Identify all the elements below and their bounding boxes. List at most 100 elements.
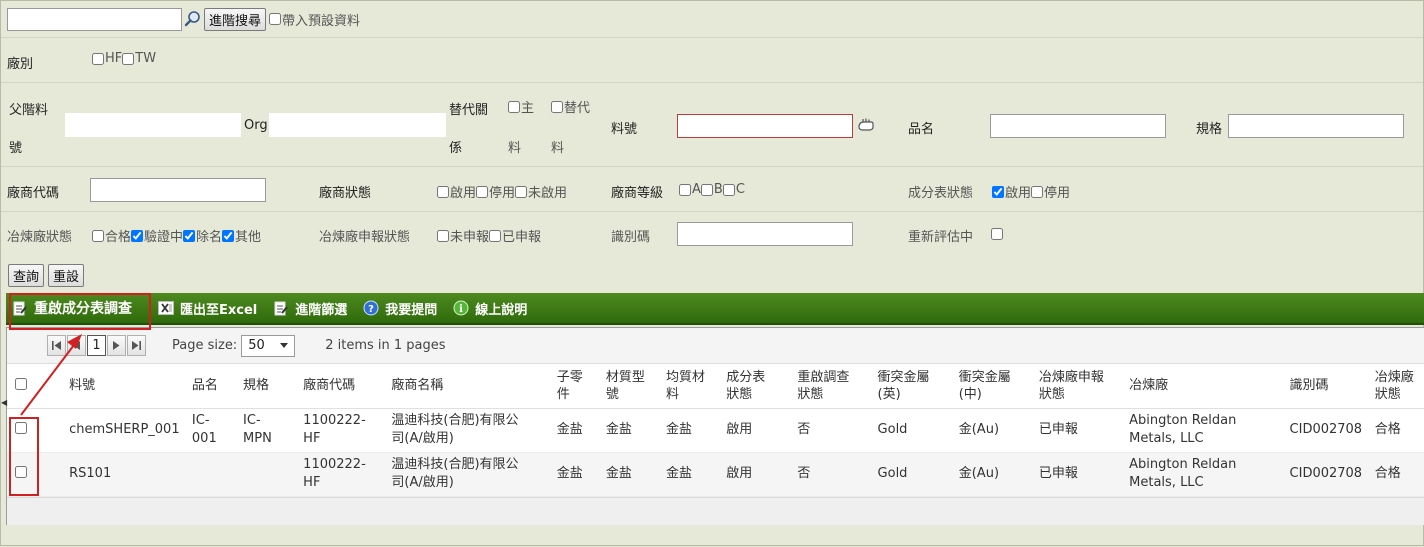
excel-icon	[158, 300, 174, 316]
search-icon[interactable]	[182, 8, 204, 30]
header-sub-part-line2: 件	[556, 386, 570, 402]
factory-tw-checkbox[interactable]	[122, 52, 135, 65]
vendor-row: 廠商代碼 廠商狀態 啟用 停用 未啟用 廠商等級 A B C 成分表狀態 啟用 …	[1, 166, 1423, 211]
header-conflict-en-line1: 衝突金屬	[877, 369, 930, 385]
composition-status-disabled-checkbox[interactable]	[1031, 185, 1044, 198]
part-no-input[interactable]	[677, 114, 853, 138]
cell-sub-part: 金盐	[550, 408, 600, 453]
include-default-checkbox[interactable]	[269, 13, 282, 25]
cell-vendor-code-line2: HF	[303, 431, 321, 446]
vendor-level-c-label: C	[735, 182, 745, 197]
query-button[interactable]: 查詢	[8, 264, 45, 287]
vendor-status-inactive-checkbox[interactable]	[515, 185, 528, 198]
vendor-status-options: 啟用 停用 未啟用	[437, 182, 567, 201]
smelter-status-other-checkbox[interactable]	[222, 229, 235, 242]
first-page-button[interactable]	[47, 335, 66, 356]
export-excel-button[interactable]: 匯出至Excel	[158, 294, 257, 322]
select-all-checkbox[interactable]	[15, 378, 27, 391]
header-ident-code[interactable]: 識別碼	[1283, 364, 1369, 409]
header-smelter-status-line1: 冶煉廠	[1374, 369, 1414, 385]
include-default-option[interactable]: 帶入預設資料	[269, 10, 360, 29]
cell-smelter-line2: Metals, LLC	[1129, 475, 1204, 490]
composition-status-options: 啟用 停用	[992, 182, 1070, 201]
smelter-status-delisted-checkbox[interactable]	[183, 229, 196, 242]
last-page-button[interactable]	[127, 335, 146, 356]
cell-conflict-en: Gold	[871, 452, 953, 497]
header-restart-status[interactable]: 重啟調查 狀態	[791, 364, 872, 409]
header-comp-status[interactable]: 成分表 狀態	[720, 364, 792, 409]
replace-rel-label-line2: 係	[449, 141, 463, 156]
header-smelter[interactable]: 冶煉廠	[1123, 364, 1284, 409]
smelter-status-verifying-label: 驗證中	[144, 230, 184, 245]
header-item-name[interactable]: 品名	[185, 364, 238, 409]
hand-pick-icon[interactable]	[857, 117, 875, 137]
header-material-type[interactable]: 材質型號	[599, 364, 661, 409]
composition-status-enabled-checkbox[interactable]	[992, 185, 1004, 198]
prev-page-button[interactable]	[67, 335, 86, 356]
header-vendor-name[interactable]: 廠商名稱	[385, 364, 551, 409]
smelter-status-other-label: 其他	[235, 230, 262, 245]
vendor-level-b-checkbox[interactable]	[700, 183, 713, 196]
org-input[interactable]	[269, 113, 446, 137]
replace-main-checkbox[interactable]	[508, 100, 520, 113]
header-smelter-status[interactable]: 冶煉廠 狀態	[1368, 364, 1424, 409]
header-smelter-declare[interactable]: 冶煉廠申報 狀態	[1032, 364, 1124, 409]
reset-button[interactable]: 重設	[48, 264, 85, 287]
cell-vendor-code-line1: 1100222-	[303, 413, 366, 428]
info-icon: i	[453, 300, 469, 316]
svg-text:i: i	[459, 304, 463, 315]
current-page-number[interactable]: 1	[87, 335, 106, 356]
vendor-code-input[interactable]	[90, 178, 266, 202]
page-size-select[interactable]: 50	[241, 334, 296, 357]
spec-label: 規格	[1196, 122, 1223, 137]
vendor-status-enabled-checkbox[interactable]	[437, 185, 449, 198]
cell-smelter-line1: Abington Reldan	[1129, 457, 1237, 472]
page: 進階搜尋 帶入預設資料 廠別 HF TW 父階料 號 Org 替代關 係 主 料	[0, 0, 1424, 546]
table-row[interactable]: RS101 1100222- HF 温迪科技(合肥)有限公 司(A/啟用) 金盐 金…	[7, 452, 1424, 497]
header-smelter-declare-line1: 冶煉廠申報	[1038, 369, 1104, 385]
table-row[interactable]: chemSHERP_001 IC- 001 IC- MPN 1100222- HF 温…	[7, 408, 1424, 453]
online-help-button[interactable]: i 線上說明	[453, 294, 527, 322]
re-evaluate-checkbox[interactable]	[991, 228, 1003, 240]
header-homogeneous[interactable]: 均質材料	[660, 364, 721, 409]
advanced-filter-label: 進階篩選	[295, 302, 348, 318]
advanced-search-button[interactable]: 進階搜尋	[204, 7, 267, 31]
next-page-button[interactable]	[107, 335, 126, 356]
factory-hf-label: HF	[105, 51, 123, 66]
vendor-level-a-checkbox[interactable]	[679, 183, 691, 196]
splitter-handle[interactable]: ◀	[1, 398, 7, 408]
header-conflict-cn[interactable]: 衝突金屬 (中)	[952, 364, 1033, 409]
smelter-status-label: 冶煉廠狀態	[7, 230, 73, 245]
parent-part-input[interactable]	[65, 113, 241, 137]
cell-homogeneous: 金盐	[660, 408, 721, 453]
cell-vendor-code: 1100222- HF	[297, 408, 386, 453]
item-name-input[interactable]	[990, 114, 1166, 138]
header-spec[interactable]: 規格	[237, 364, 298, 409]
vendor-status-disabled-checkbox[interactable]	[476, 185, 489, 198]
replace-rel-label-line1: 替代關	[449, 103, 489, 118]
smelter-declare-yes-checkbox[interactable]	[489, 229, 502, 242]
smelter-status-verifying-checkbox[interactable]	[131, 229, 144, 242]
ident-code-input[interactable]	[677, 222, 853, 246]
replace-main-option: 主	[508, 97, 534, 116]
item-name-label: 品名	[908, 122, 935, 137]
spec-input[interactable]	[1228, 114, 1404, 138]
header-sub-part[interactable]: 子零件	[550, 364, 600, 409]
header-part-no[interactable]: 料號	[63, 364, 186, 409]
highlight-restart-survey	[9, 293, 151, 330]
cell-comp-status: 啟用	[720, 452, 792, 497]
ask-question-button[interactable]: ? 我要提問	[363, 294, 437, 322]
results-grid: 1 Page size: 50 2 items in 1 pages 料號 品名…	[6, 327, 1424, 525]
factory-hf-checkbox[interactable]	[92, 52, 104, 65]
advanced-filter-button[interactable]: 進階篩選	[273, 294, 347, 322]
header-conflict-en[interactable]: 衝突金屬 (英)	[871, 364, 953, 409]
export-excel-label: 匯出至Excel	[180, 302, 258, 318]
header-vendor-code[interactable]: 廠商代碼	[297, 364, 386, 409]
vendor-level-c-checkbox[interactable]	[722, 183, 735, 196]
replace-alt-checkbox[interactable]	[551, 100, 563, 113]
smelter-status-qualified-checkbox[interactable]	[92, 229, 104, 242]
cell-item-name: IC- 001	[185, 408, 238, 453]
vendor-level-options: A B C	[679, 182, 745, 197]
smelter-declare-no-checkbox[interactable]	[437, 229, 449, 242]
search-input[interactable]	[7, 7, 182, 31]
